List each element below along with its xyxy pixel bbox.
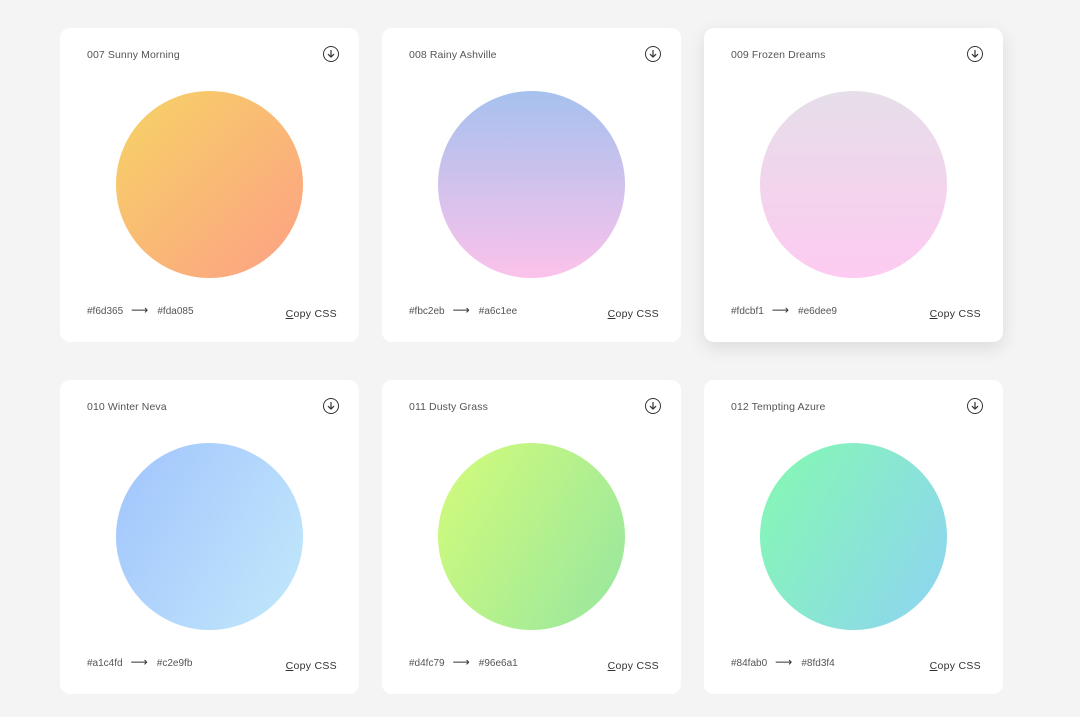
gradient-card[interactable]: 009 Frozen Dreams #fdcbf1 ⟶ #e6dee9 Copy…: [704, 28, 1003, 342]
gradient-title: 007 Sunny Morning: [87, 49, 180, 61]
download-icon[interactable]: [645, 46, 661, 62]
color-to-code: #fda085: [157, 305, 194, 317]
gradient-swatch: [438, 91, 625, 278]
download-icon[interactable]: [323, 46, 339, 62]
download-icon[interactable]: [645, 398, 661, 414]
gradient-swatch: [116, 91, 303, 278]
arrow-right-icon: ⟶: [131, 303, 149, 317]
download-icon[interactable]: [967, 398, 983, 414]
gradient-card[interactable]: 012 Tempting Azure #84fab0 ⟶ #8fd3f4 Cop…: [704, 380, 1003, 694]
color-from-code: #fdcbf1: [731, 305, 764, 317]
gradient-colors: #d4fc79 ⟶ #96e6a1: [409, 655, 518, 670]
gradient-title: 010 Winter Neva: [87, 401, 167, 413]
color-to-code: #a6c1ee: [478, 305, 518, 317]
gradient-swatch: [438, 443, 625, 630]
gradient-colors: #fbc2eb ⟶ #a6c1ee: [409, 303, 518, 318]
arrow-right-icon: ⟶: [130, 655, 148, 669]
arrow-right-icon: ⟶: [452, 303, 470, 317]
gradient-swatch: [760, 443, 947, 630]
gradient-swatch: [116, 443, 303, 630]
copy-css-button[interactable]: Copy CSS: [286, 308, 337, 320]
gradient-colors: #f6d365 ⟶ #fda085: [87, 303, 194, 318]
color-from-code: #fbc2eb: [409, 305, 445, 317]
gradient-card[interactable]: 010 Winter Neva #a1c4fd ⟶ #c2e9fb Copy C…: [60, 380, 359, 694]
arrow-right-icon: ⟶: [452, 655, 470, 669]
gradient-grid: 007 Sunny Morning #f6d365 ⟶ #fda085 Copy…: [0, 0, 1080, 717]
color-from-code: #84fab0: [731, 657, 768, 669]
color-from-code: #d4fc79: [409, 657, 445, 669]
gradient-swatch: [760, 91, 947, 278]
color-to-code: #e6dee9: [798, 305, 837, 317]
arrow-right-icon: ⟶: [775, 655, 793, 669]
copy-css-button[interactable]: Copy CSS: [608, 660, 659, 672]
gradient-colors: #fdcbf1 ⟶ #e6dee9: [731, 303, 837, 318]
gradient-card[interactable]: 011 Dusty Grass #d4fc79 ⟶ #96e6a1 Copy C…: [382, 380, 681, 694]
color-to-code: #96e6a1: [478, 657, 518, 669]
gradient-card[interactable]: 007 Sunny Morning #f6d365 ⟶ #fda085 Copy…: [60, 28, 359, 342]
copy-css-button[interactable]: Copy CSS: [930, 308, 981, 320]
color-from-code: #f6d365: [87, 305, 124, 317]
color-to-code: #c2e9fb: [156, 657, 193, 669]
gradient-title: 012 Tempting Azure: [731, 401, 826, 413]
gradient-colors: #a1c4fd ⟶ #c2e9fb: [87, 655, 193, 670]
copy-css-button[interactable]: Copy CSS: [286, 660, 337, 672]
copy-css-button[interactable]: Copy CSS: [930, 660, 981, 672]
gradient-colors: #84fab0 ⟶ #8fd3f4: [731, 655, 835, 670]
gradient-card[interactable]: 008 Rainy Ashville #fbc2eb ⟶ #a6c1ee Cop…: [382, 28, 681, 342]
gradient-title: 009 Frozen Dreams: [731, 49, 826, 61]
copy-css-button[interactable]: Copy CSS: [608, 308, 659, 320]
gradient-title: 011 Dusty Grass: [409, 401, 488, 413]
gradient-title: 008 Rainy Ashville: [409, 49, 497, 61]
color-from-code: #a1c4fd: [87, 657, 123, 669]
download-icon[interactable]: [967, 46, 983, 62]
color-to-code: #8fd3f4: [801, 657, 835, 669]
download-icon[interactable]: [323, 398, 339, 414]
arrow-right-icon: ⟶: [771, 303, 790, 317]
